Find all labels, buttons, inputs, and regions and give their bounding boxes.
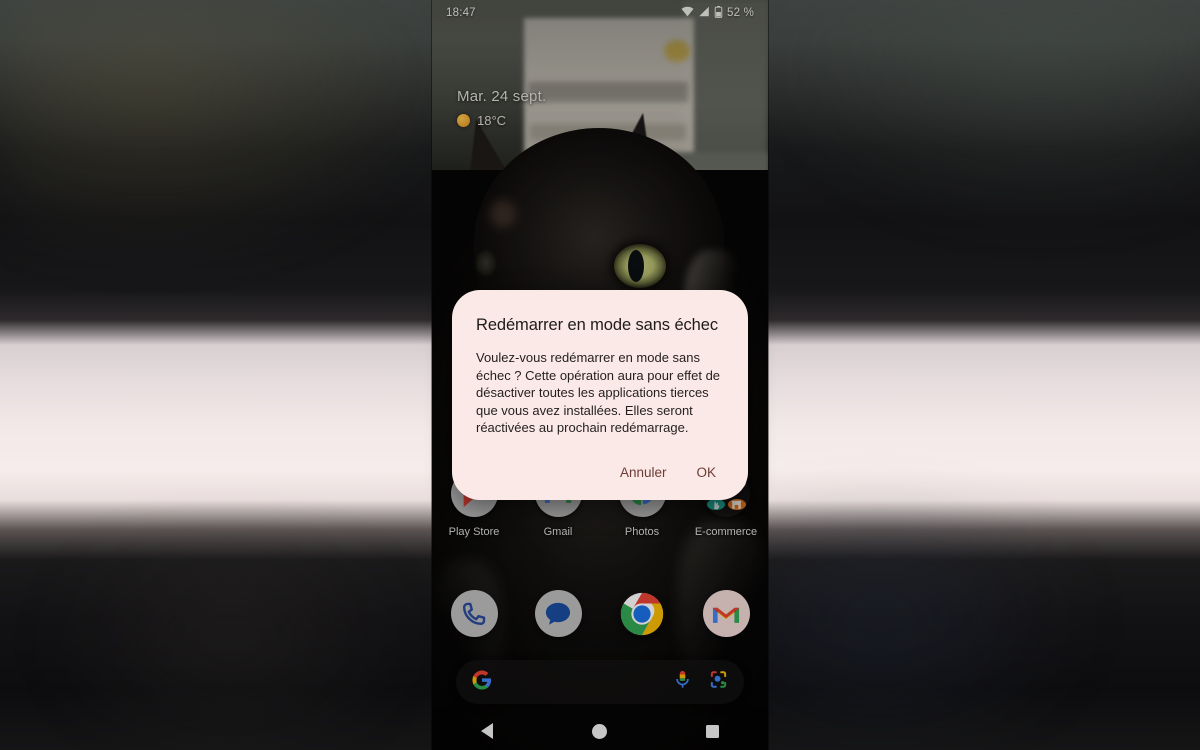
dialog-title: Redémarrer en mode sans échec	[476, 316, 718, 334]
safe-mode-dialog: Redémarrer en mode sans échec Voulez-vou…	[452, 290, 748, 500]
ok-button[interactable]: OK	[692, 459, 720, 486]
dialog-actions: Annuler OK	[476, 459, 724, 486]
dialog-message: Voulez-vous redémarrer en mode sans éche…	[476, 350, 721, 435]
cancel-button[interactable]: Annuler	[616, 459, 671, 486]
